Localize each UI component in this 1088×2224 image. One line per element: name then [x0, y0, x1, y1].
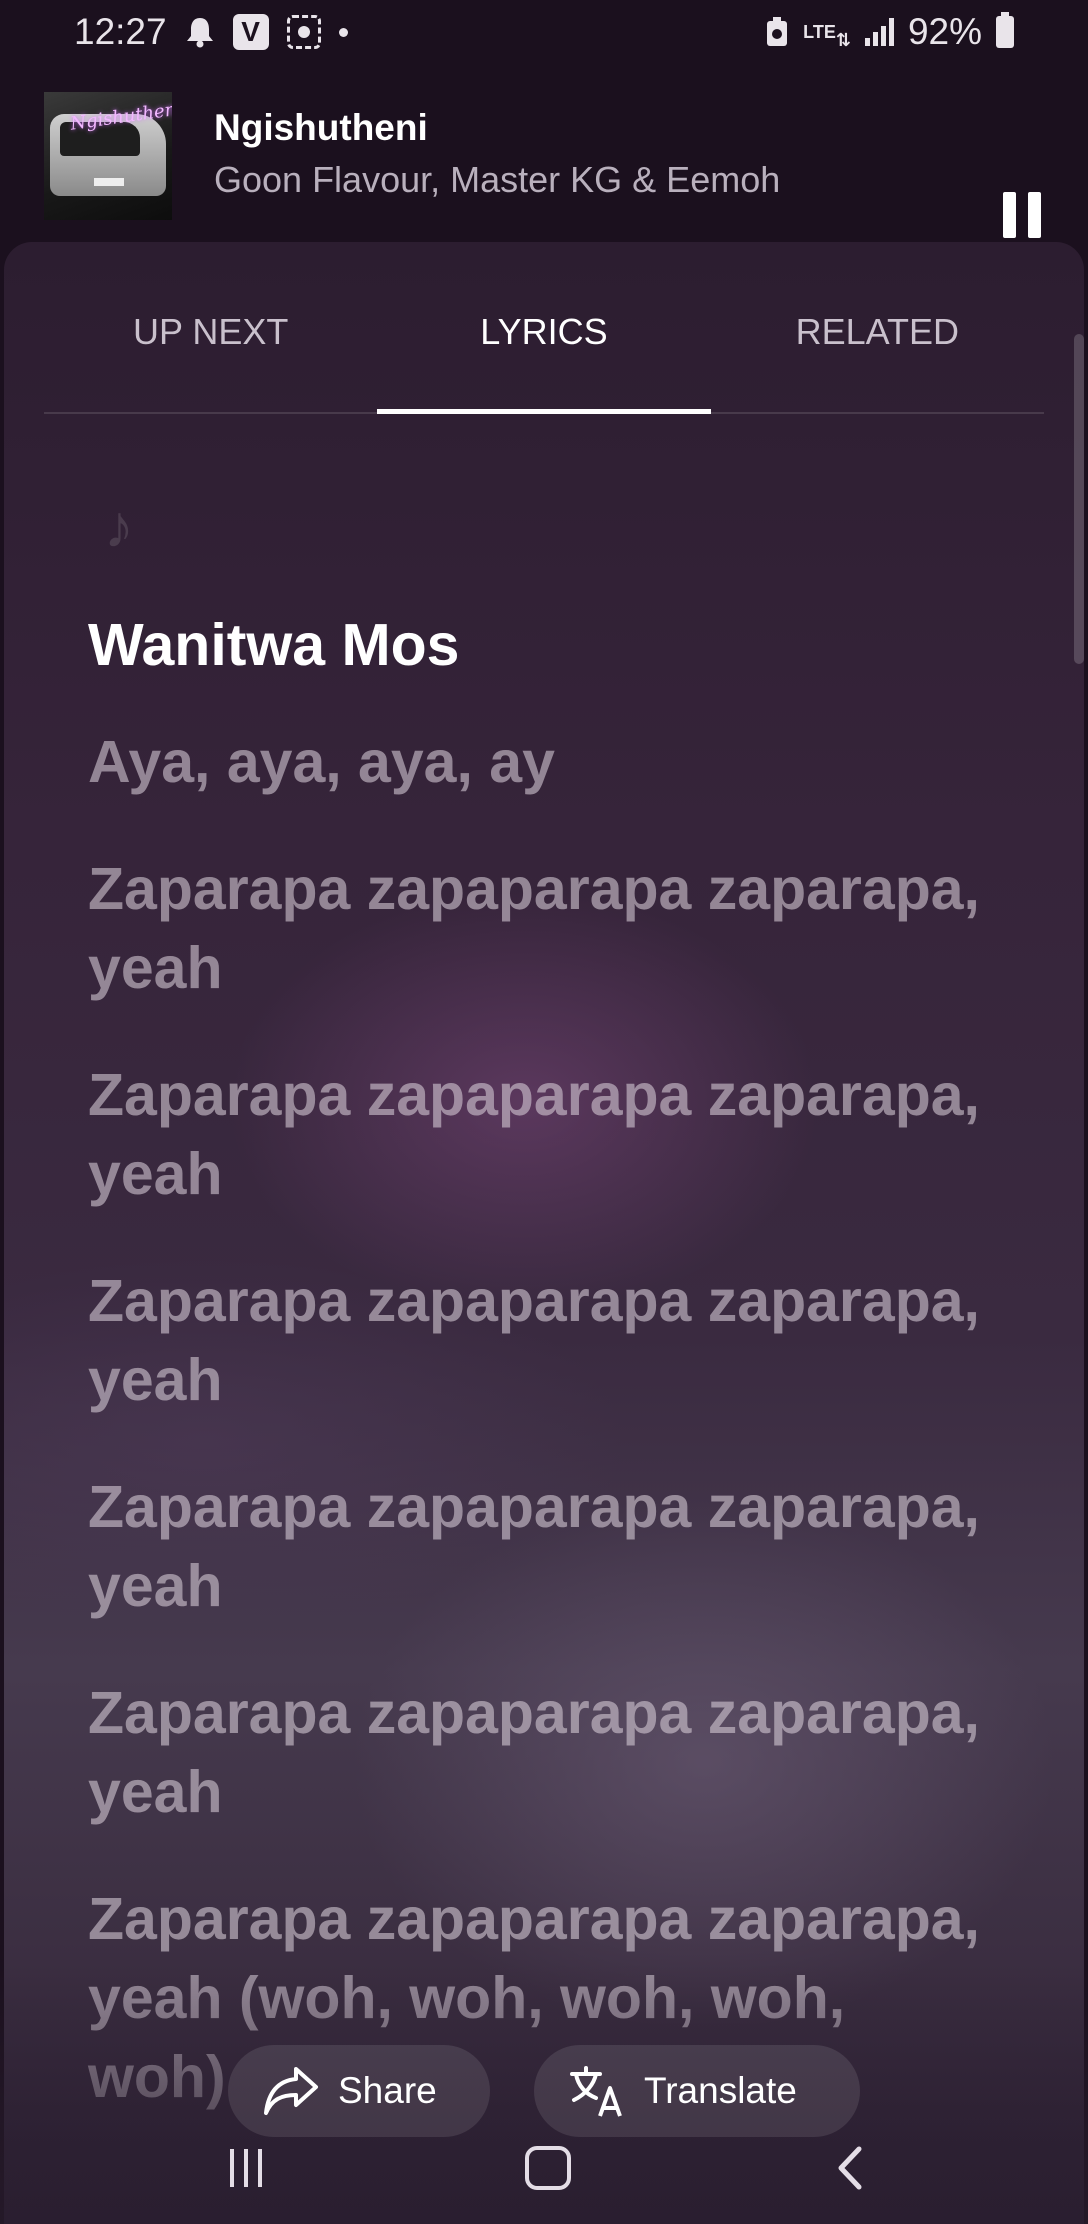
lyric-line-current[interactable]: Wanitwa Mos: [88, 606, 988, 685]
tab-bar: UP NEXT LYRICS RELATED: [44, 242, 1044, 414]
status-time: 12:27: [74, 11, 167, 52]
recents-icon: [230, 2149, 262, 2187]
back-button[interactable]: [820, 2138, 880, 2198]
track-info[interactable]: Ngishutheni Goon Flavour, Master KG & Ee…: [214, 104, 780, 208]
now-playing-bar[interactable]: Ngishutheni Ngishutheni Goon Flavour, Ma…: [0, 64, 1088, 242]
track-title: Ngishutheni: [214, 107, 428, 148]
bell-icon: [185, 16, 215, 48]
album-art[interactable]: Ngishutheni: [44, 92, 172, 220]
home-button[interactable]: [518, 2138, 578, 2198]
lyrics-sheet: UP NEXT LYRICS RELATED ♪ Wanitwa Mos Aya…: [4, 242, 1084, 2224]
signal-strength-icon: [864, 18, 894, 46]
tab-related[interactable]: RELATED: [711, 242, 1044, 412]
battery-saver-icon: [765, 17, 789, 47]
network-type-label: LTE: [803, 22, 836, 42]
more-notifications-dot-icon: [338, 27, 348, 37]
tab-lyrics[interactable]: LYRICS: [377, 242, 711, 414]
music-note-icon: ♪: [104, 493, 134, 560]
lyrics-list: Wanitwa Mos Aya, aya, aya, ay Zaparapa z…: [88, 606, 988, 2165]
lyric-line[interactable]: Zaparapa zapaparapa zaparapa, yeah: [88, 1468, 988, 1626]
tab-up-next[interactable]: UP NEXT: [44, 242, 377, 412]
pause-button[interactable]: [1003, 192, 1041, 238]
album-art-plate: [94, 178, 124, 186]
lyric-line[interactable]: Zaparapa zapaparapa zaparapa, yeah: [88, 850, 988, 1008]
status-left: 12:27 V: [74, 11, 348, 53]
screen: 12:27 V LTE ⇅ 92% Ngishutheni Ngishuthen…: [0, 0, 1088, 2224]
recents-button[interactable]: [216, 2138, 276, 2198]
home-icon: [525, 2146, 571, 2190]
back-chevron-icon: [838, 2146, 862, 2190]
share-arrow-icon: [262, 2065, 320, 2117]
pause-icon-bar-right: [1028, 192, 1041, 238]
battery-icon: [996, 12, 1014, 48]
lyric-line[interactable]: Zaparapa zapaparapa zaparapa, yeah: [88, 1056, 988, 1214]
status-right: LTE ⇅ 92%: [765, 11, 1014, 53]
pause-icon-bar-left: [1003, 192, 1016, 238]
scrollbar[interactable]: [1074, 334, 1084, 664]
screen-record-icon: [286, 15, 321, 49]
share-label: Share: [338, 2070, 437, 2111]
app-v-badge-icon: V: [232, 14, 269, 50]
lyric-line[interactable]: Zaparapa zapaparapa zaparapa, yeah: [88, 1674, 988, 1832]
translate-label: Translate: [644, 2070, 797, 2111]
status-bar: 12:27 V LTE ⇅ 92%: [0, 0, 1088, 64]
lyric-line[interactable]: Zaparapa zapaparapa zaparapa, yeah: [88, 1262, 988, 1420]
lte-icon: LTE ⇅: [803, 22, 851, 50]
track-artist: Goon Flavour, Master KG & Eemoh: [214, 159, 781, 200]
lyric-line[interactable]: Aya, aya, aya, ay: [88, 723, 988, 802]
translate-icon: [568, 2064, 626, 2118]
battery-percent: 92%: [907, 11, 982, 52]
system-nav-bar: [0, 2116, 1088, 2224]
